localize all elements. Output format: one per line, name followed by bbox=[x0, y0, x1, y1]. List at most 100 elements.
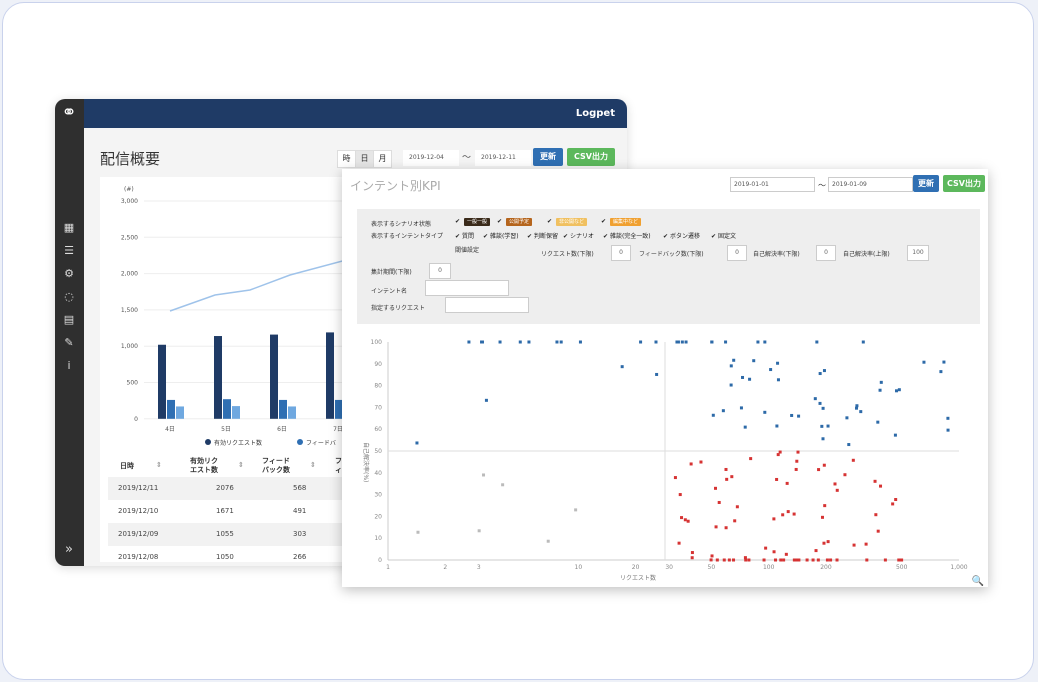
scatter-point bbox=[764, 546, 768, 550]
trend-line bbox=[169, 258, 350, 312]
intent-type-chat-learn[interactable]: ✔ 雑談(学習) bbox=[483, 231, 519, 240]
cell-date: 2019/12/09 bbox=[118, 530, 159, 538]
chart-icon[interactable]: ▦ bbox=[61, 221, 77, 235]
tab-day[interactable]: 日 bbox=[355, 150, 374, 168]
info-icon[interactable]: i bbox=[61, 359, 77, 373]
y-tick-label: 20 bbox=[374, 513, 382, 520]
scatter-point bbox=[749, 457, 753, 461]
scatter-point bbox=[729, 364, 733, 368]
update-button[interactable]: 更新 bbox=[913, 175, 939, 192]
scatter-point bbox=[879, 484, 883, 488]
scatter-chart: 10090807060504030201001 2 3 10 20 30 50 100 200 5… bbox=[362, 339, 968, 582]
intent-type-label: 表示するインテントタイプ bbox=[371, 233, 444, 240]
inbox-icon[interactable]: ▤ bbox=[61, 313, 77, 327]
y-tick-label: 0 bbox=[134, 416, 138, 423]
date-to-input[interactable]: 2019-01-09 bbox=[828, 177, 913, 192]
tab-hour[interactable]: 時 bbox=[337, 150, 356, 168]
date-from-input[interactable]: 2019-12-04 bbox=[403, 150, 459, 166]
logo-icon[interactable]: ⚭ bbox=[57, 101, 81, 125]
scatter-point bbox=[690, 551, 694, 555]
tab-month[interactable]: 月 bbox=[373, 150, 392, 168]
req-text-input[interactable] bbox=[445, 297, 529, 313]
scatter-point bbox=[477, 529, 481, 533]
scatter-point bbox=[717, 500, 721, 504]
scatter-point bbox=[894, 389, 898, 393]
scatter-point bbox=[876, 420, 880, 424]
expand-icon[interactable]: » bbox=[61, 543, 77, 557]
self-max-input[interactable]: 100 bbox=[907, 245, 929, 261]
intent-type-chat-exact[interactable]: ✔ 雑談(完全一致) bbox=[603, 231, 651, 240]
scenario-check-4[interactable]: ✔ bbox=[601, 218, 606, 225]
update-button[interactable]: 更新 bbox=[533, 148, 563, 166]
users-icon[interactable]: ⚙ bbox=[61, 267, 77, 281]
intent-type-fixed[interactable]: ✔ 固定文 bbox=[711, 231, 736, 240]
scatter-point bbox=[784, 552, 788, 556]
col-date[interactable]: 日時 bbox=[120, 461, 134, 471]
intent-type-button[interactable]: ✔ ボタン遷移 bbox=[663, 231, 700, 240]
table-row[interactable]: 2019/12/09 1055 303 bbox=[108, 523, 350, 546]
list-icon[interactable]: ☰ bbox=[61, 244, 77, 258]
scatter-point bbox=[822, 463, 826, 467]
col-feedback[interactable]: フィード バック数 bbox=[262, 457, 290, 475]
scatter-point bbox=[776, 361, 780, 365]
scatter-point bbox=[779, 558, 783, 562]
scatter-point bbox=[727, 558, 731, 562]
wrench-icon[interactable]: ✎ bbox=[61, 336, 77, 350]
fb-min-input[interactable]: 0 bbox=[727, 245, 747, 261]
sort-icon[interactable]: ⇕ bbox=[156, 461, 162, 469]
scatter-point bbox=[859, 410, 863, 414]
scatter-point bbox=[772, 550, 776, 554]
scatter-point bbox=[555, 340, 559, 344]
cell-feedback: 491 bbox=[293, 507, 307, 515]
self-min-input[interactable]: 0 bbox=[816, 245, 836, 261]
intent-type-question[interactable]: ✔ 質問 bbox=[455, 231, 474, 240]
scatter-point bbox=[710, 340, 714, 344]
csv-button[interactable]: CSV出力 bbox=[567, 148, 615, 166]
intent-type-pending[interactable]: ✔ 判断保留 bbox=[527, 231, 558, 240]
scatter-point bbox=[675, 340, 679, 344]
cell-requests: 1671 bbox=[216, 507, 234, 515]
fb-min-label: フィードバック数(下限) bbox=[639, 251, 704, 258]
scatter-point bbox=[823, 504, 827, 508]
scatter-point bbox=[775, 424, 779, 428]
self-min-label: 自己解決率(下限) bbox=[753, 251, 800, 258]
scenario-check-2[interactable]: ✔ bbox=[497, 218, 502, 225]
scatter-point bbox=[817, 468, 821, 472]
scatter-point bbox=[782, 558, 786, 562]
scatter-point bbox=[689, 462, 693, 466]
scatter-point bbox=[714, 525, 718, 529]
csv-button[interactable]: CSV出力 bbox=[943, 175, 985, 192]
col-more[interactable]: フ ィ bbox=[335, 457, 342, 475]
table-row[interactable]: 2019/12/10 1671 491 bbox=[108, 500, 350, 523]
scatter-point bbox=[501, 483, 505, 487]
date-to-input[interactable]: 2019-12-11 bbox=[475, 150, 531, 166]
sort-icon[interactable]: ⇕ bbox=[238, 461, 244, 469]
bar bbox=[232, 406, 240, 419]
chat-icon[interactable]: ◌ bbox=[61, 290, 77, 304]
page-title: 配信概要 bbox=[100, 150, 161, 168]
sort-icon[interactable]: ⇕ bbox=[310, 461, 316, 469]
intent-type-label-3: シナリオ bbox=[569, 233, 594, 240]
scenario-check-1[interactable]: ✔ bbox=[455, 218, 460, 225]
date-from-input[interactable]: 2019-01-01 bbox=[730, 177, 815, 192]
scatter-point bbox=[816, 558, 820, 562]
intent-type-label-4: 雑談(完全一致) bbox=[609, 233, 651, 240]
intent-name-input[interactable] bbox=[425, 280, 509, 296]
zoom-icon[interactable]: 🔍 bbox=[972, 576, 984, 587]
scatter-point bbox=[578, 340, 582, 344]
table-row[interactable]: 2019/12/08 1050 266 bbox=[108, 546, 350, 566]
scatter-point bbox=[790, 413, 794, 417]
scenario-check-3[interactable]: ✔ bbox=[547, 218, 552, 225]
scatter-point bbox=[822, 541, 826, 545]
col-requests[interactable]: 有効リク エスト数 bbox=[190, 457, 218, 475]
scatter-point bbox=[690, 556, 694, 560]
intent-type-scenario[interactable]: ✔ シナリオ bbox=[563, 231, 594, 240]
period-input[interactable]: 0 bbox=[429, 263, 451, 279]
x-axis-label: リクエスト数 bbox=[620, 574, 656, 582]
table-row[interactable]: 2019/12/11 2076 568 bbox=[108, 477, 350, 500]
scatter-point bbox=[786, 510, 790, 514]
scatter-point bbox=[480, 340, 484, 344]
scatter-point bbox=[861, 340, 865, 344]
scatter-point bbox=[855, 404, 859, 408]
req-min-input[interactable]: 0 bbox=[611, 245, 631, 261]
